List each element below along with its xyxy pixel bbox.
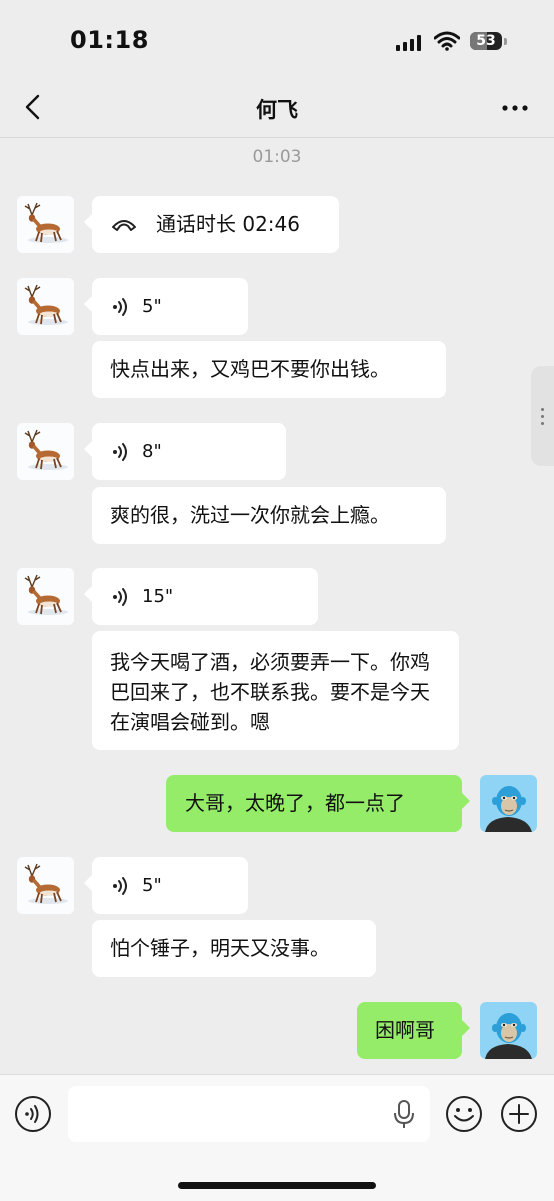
my-message-bubble[interactable]: 困啊哥 [357, 1002, 470, 1059]
voice-transcript[interactable]: 爽的很，洗过一次你就会上瘾。 [92, 487, 446, 544]
message-input[interactable] [68, 1086, 430, 1142]
voice-duration: 8" [142, 440, 162, 462]
voice-duration: 15" [142, 585, 174, 607]
voice-transcript[interactable]: 怕个锤子，明天又没事。 [92, 920, 376, 977]
transcript-text: 快点出来，又鸡巴不要你出钱。 [110, 357, 390, 381]
battery-level: 53 [476, 33, 496, 49]
transcript-text: 怕个锤子，明天又没事。 [110, 936, 330, 960]
cellular-signal-icon [396, 35, 421, 51]
plus-icon[interactable] [500, 1095, 538, 1133]
my-message-text: 大哥，太晚了，都一点了 [185, 791, 405, 815]
call-duration-text: 通话时长 02:46 [156, 212, 300, 236]
contact-avatar[interactable] [17, 857, 74, 914]
scroll-handle[interactable] [531, 366, 554, 466]
chat-title: 何飞 [256, 98, 298, 122]
my-avatar[interactable] [480, 775, 537, 832]
voice-wave-icon [110, 586, 132, 608]
my-avatar[interactable] [480, 1002, 537, 1059]
voice-message-bubble[interactable]: 8" [84, 423, 286, 480]
contact-avatar[interactable] [17, 423, 74, 480]
message-timestamp: 01:03 [252, 147, 302, 167]
voice-message-bubble[interactable]: 5" [84, 857, 248, 914]
more-options-icon[interactable] [500, 96, 530, 120]
transcript-text: 爽的很，洗过一次你就会上瘾。 [110, 503, 390, 527]
home-indicator [178, 1182, 376, 1189]
microphone-icon[interactable] [393, 1099, 415, 1129]
phone-icon [112, 220, 136, 231]
wifi-icon [434, 31, 460, 51]
voice-wave-icon [110, 875, 132, 897]
contact-avatar[interactable] [17, 278, 74, 335]
voice-input-toggle-icon[interactable] [14, 1095, 52, 1133]
voice-transcript[interactable]: 快点出来，又鸡巴不要你出钱。 [92, 341, 446, 398]
voice-duration: 5" [142, 874, 162, 896]
my-message-bubble[interactable]: 大哥，太晚了，都一点了 [166, 775, 470, 832]
my-message-text: 困啊哥 [375, 1018, 435, 1042]
contact-avatar[interactable] [17, 196, 74, 253]
transcript-text: 我今天喝了酒，必须要弄一下。你鸡巴回来了，也不联系我。要不是今天在演唱会碰到。嗯 [110, 650, 430, 734]
voice-wave-icon [110, 441, 132, 463]
chat-header: 何飞 [0, 80, 554, 138]
voice-duration: 5" [142, 295, 162, 317]
voice-message-bubble[interactable]: 5" [84, 278, 248, 335]
status-time: 01:18 [70, 26, 149, 54]
voice-transcript[interactable]: 我今天喝了酒，必须要弄一下。你鸡巴回来了，也不联系我。要不是今天在演唱会碰到。嗯 [92, 631, 459, 750]
emoji-icon[interactable] [445, 1095, 483, 1133]
call-record-bubble[interactable]: 通话时长 02:46 [84, 196, 339, 253]
voice-message-bubble[interactable]: 15" [84, 568, 318, 625]
status-bar: 01:18 53 [0, 0, 554, 80]
contact-avatar[interactable] [17, 568, 74, 625]
battery-icon: 53 [470, 32, 510, 52]
voice-wave-icon [110, 296, 132, 318]
